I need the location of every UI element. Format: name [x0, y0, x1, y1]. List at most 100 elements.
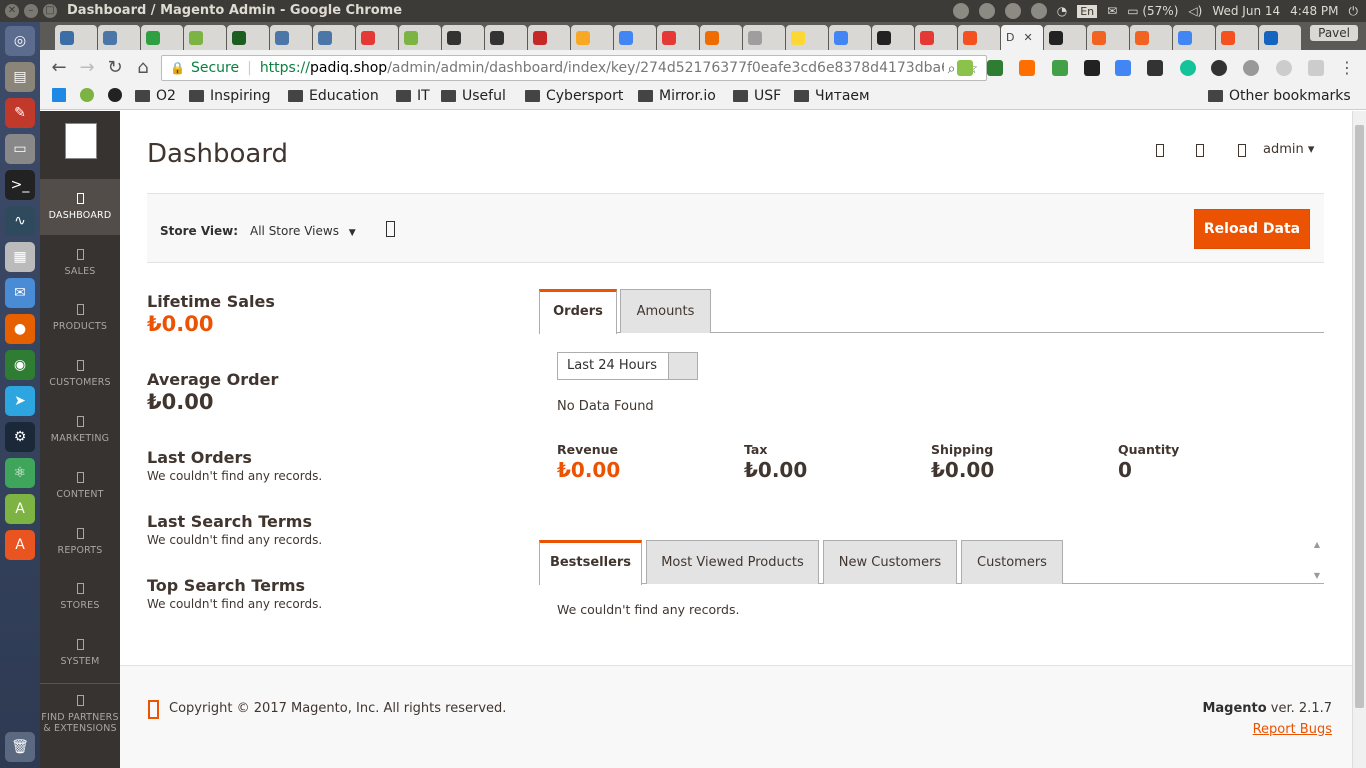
browser-tab[interactable]: [184, 25, 226, 50]
scroll-up-icon[interactable]: ▲: [1310, 540, 1324, 549]
extension-icon[interactable]: [957, 60, 973, 76]
browser-tab[interactable]: [915, 25, 957, 50]
scroll-down-icon[interactable]: ▼: [1310, 571, 1324, 580]
maximize-window-icon[interactable]: □: [43, 4, 57, 18]
clock-label[interactable]: 4:48 PM: [1290, 4, 1338, 18]
telegram-icon[interactable]: ➤: [5, 386, 35, 416]
browser-tab[interactable]: [958, 25, 1000, 50]
bookmark-folder[interactable]: Education: [288, 88, 379, 104]
bookmark-icon[interactable]: [80, 88, 94, 102]
browser-tab[interactable]: [614, 25, 656, 50]
power-icon[interactable]: ⏻: [1349, 4, 1359, 19]
reload-icon[interactable]: ↻: [104, 57, 126, 79]
browser-tab[interactable]: [1216, 25, 1258, 50]
menu-reports[interactable]: REPORTS: [40, 514, 120, 570]
bookmark-folder[interactable]: USF: [733, 88, 781, 104]
extension-icon[interactable]: [987, 60, 1003, 76]
steam-launcher-icon[interactable]: ⚙: [5, 422, 35, 452]
browser-tab[interactable]: [1044, 25, 1086, 50]
other-bookmarks[interactable]: Other bookmarks: [1208, 88, 1351, 104]
browser-tab[interactable]: [356, 25, 398, 50]
extension-icon[interactable]: [1084, 60, 1100, 76]
bookmark-folder[interactable]: O2: [135, 88, 176, 104]
scrollbar-thumb[interactable]: [1355, 125, 1364, 708]
wifi-icon[interactable]: ◔: [1057, 4, 1067, 18]
menu-dashboard[interactable]: DASHBOARD: [40, 179, 120, 235]
browser-tab[interactable]: [743, 25, 785, 50]
bookmark-folder[interactable]: Useful: [441, 88, 506, 104]
evernote-icon[interactable]: [1147, 60, 1163, 76]
home-icon[interactable]: ⌂: [132, 57, 154, 79]
date-label[interactable]: Wed Jun 14: [1212, 4, 1280, 18]
browser-tab[interactable]: [399, 25, 441, 50]
terminal-icon[interactable]: >_: [5, 170, 35, 200]
reload-data-button[interactable]: Reload Data: [1194, 209, 1310, 249]
atom-icon[interactable]: ⚛: [5, 458, 35, 488]
translate-icon[interactable]: [1115, 60, 1131, 76]
browser-tab[interactable]: [485, 25, 527, 50]
browser-tab[interactable]: [872, 25, 914, 50]
zoom-icon[interactable]: ⌕: [948, 61, 956, 77]
browser-tab[interactable]: [141, 25, 183, 50]
extension-icon[interactable]: [1019, 60, 1035, 76]
android-studio-icon[interactable]: A: [5, 494, 35, 524]
browser-tab[interactable]: [55, 25, 97, 50]
steam-icon[interactable]: [952, 3, 969, 19]
menu-find-partners[interactable]: FIND PARTNERS & EXTENSIONS: [40, 681, 120, 751]
forward-icon[interactable]: →: [76, 57, 98, 79]
firefox-icon[interactable]: ●: [5, 314, 35, 344]
system-monitor-icon[interactable]: ∿: [5, 206, 35, 236]
tab-bestsellers[interactable]: Bestsellers: [539, 540, 642, 585]
tab-amounts[interactable]: Amounts: [620, 289, 711, 333]
trash-icon[interactable]: 🗑: [5, 732, 35, 762]
minimize-window-icon[interactable]: –: [24, 4, 38, 18]
extension-icon[interactable]: [1276, 60, 1292, 76]
close-window-icon[interactable]: ✕: [5, 4, 19, 18]
thunderbird-icon[interactable]: ✉: [5, 278, 35, 308]
bookmark-folder[interactable]: Mirror.io: [638, 88, 716, 104]
page-scrollbar[interactable]: [1352, 111, 1366, 768]
tab-new-customers[interactable]: New Customers: [823, 540, 957, 584]
battery-status[interactable]: ▭ (57%): [1127, 4, 1178, 18]
extension-icon[interactable]: [1243, 60, 1259, 76]
download-extension-icon[interactable]: [1052, 60, 1068, 76]
bookmark-icon[interactable]: [52, 88, 66, 102]
browser-tab[interactable]: [829, 25, 871, 50]
menu-marketing[interactable]: MARKETING: [40, 402, 120, 458]
update-icon[interactable]: [1030, 3, 1047, 19]
browser-tab-active[interactable]: D ✕: [1001, 25, 1043, 50]
browser-tab[interactable]: [1173, 25, 1215, 50]
browser-tab[interactable]: [571, 25, 613, 50]
tabs-scroll-control[interactable]: ▲ ▼: [1310, 540, 1324, 584]
bookmark-folder[interactable]: Читаем: [794, 88, 870, 104]
mail-icon[interactable]: ✉: [1107, 4, 1117, 18]
dash-icon[interactable]: ◎: [5, 26, 35, 56]
browser-tab[interactable]: [528, 25, 570, 50]
speed-icon[interactable]: [1211, 60, 1227, 76]
profile-button[interactable]: Pavel: [1310, 25, 1358, 41]
grammarly-icon[interactable]: [1180, 60, 1196, 76]
keyboard-layout[interactable]: En: [1077, 4, 1098, 18]
menu-products[interactable]: PRODUCTS: [40, 290, 120, 346]
browser-tab[interactable]: [270, 25, 312, 50]
bookmark-icon[interactable]: [108, 88, 122, 102]
browser-tab[interactable]: [1259, 25, 1301, 50]
drive-icon[interactable]: ▭: [5, 134, 35, 164]
browser-tab[interactable]: [700, 25, 742, 50]
menu-sales[interactable]: SALES: [40, 235, 120, 291]
help-icon[interactable]: [386, 221, 395, 237]
files-icon[interactable]: ▤: [5, 62, 35, 92]
browser-tab[interactable]: [313, 25, 355, 50]
tab-orders[interactable]: Orders: [539, 289, 617, 334]
notifications-icon[interactable]: [1156, 144, 1164, 157]
menu-icon[interactable]: ⋮: [1336, 57, 1358, 79]
browser-tab[interactable]: [442, 25, 484, 50]
address-bar[interactable]: 🔒 Secure | https://padiq.shop/admin/admi…: [161, 55, 987, 81]
bookmark-folder[interactable]: Inspiring: [189, 88, 270, 104]
chrome-icon[interactable]: [978, 3, 995, 19]
tab-customers[interactable]: Customers: [961, 540, 1063, 584]
browser-tab[interactable]: [1087, 25, 1129, 50]
admin-user-menu[interactable]: admin ▾: [1263, 142, 1314, 157]
volume-icon[interactable]: ◁): [1188, 4, 1202, 18]
settings-icon[interactable]: ✎: [5, 98, 35, 128]
